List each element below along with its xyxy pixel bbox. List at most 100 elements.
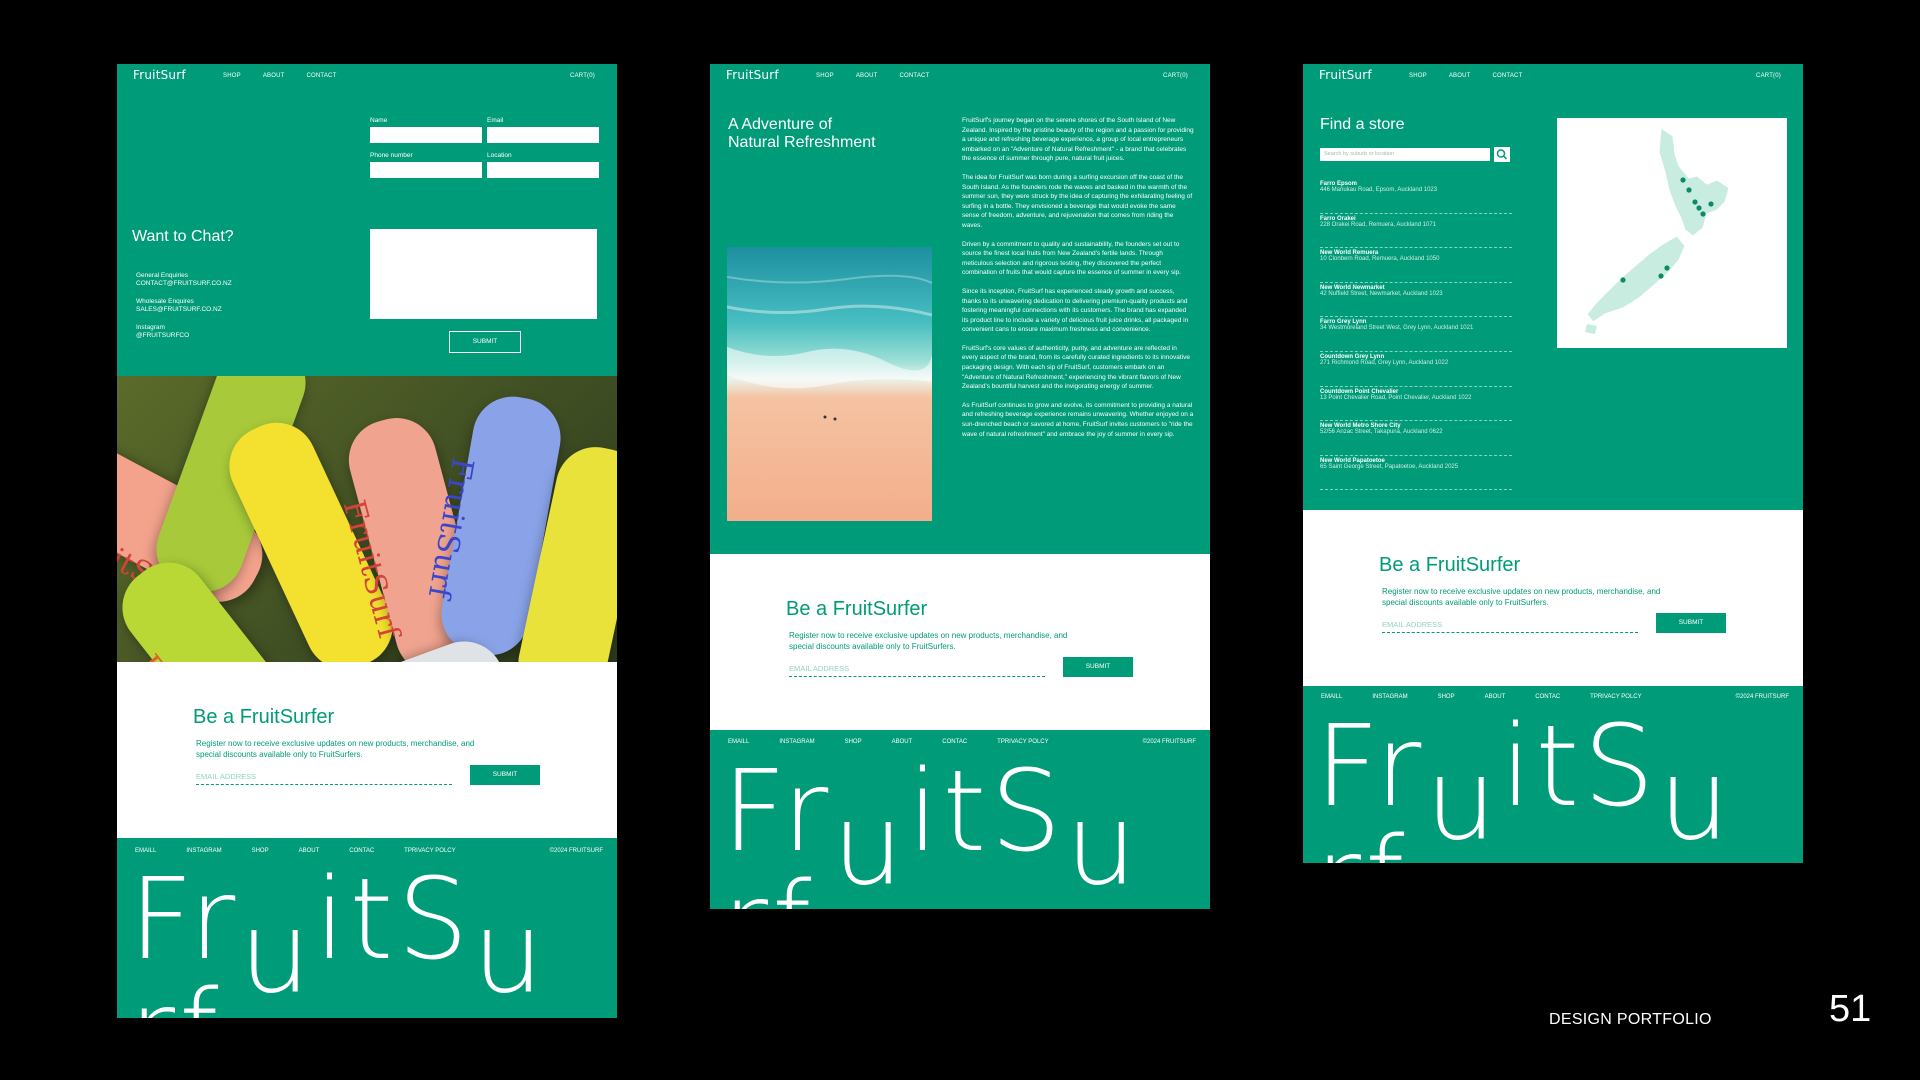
subscribe-heading: Be a FruitSurfer — [1379, 554, 1521, 576]
footer-link-instagram[interactable]: INSTAGRAM — [186, 848, 221, 854]
footer-wordmark: FruitSurf — [1315, 702, 1734, 863]
map-pin-icon[interactable] — [1708, 201, 1714, 207]
nav-cart[interactable]: CART(0) — [1756, 73, 1781, 79]
footer-link-contact[interactable]: CONTAC — [942, 739, 967, 745]
store-heading: Find a store — [1320, 116, 1405, 133]
top-nav: FruitSurf SHOP ABOUT CONTACT CART(0) — [1303, 64, 1803, 88]
footer-link-contact[interactable]: CONTAC — [349, 848, 374, 854]
about-paragraph: FruitSurf's journey began on the serene … — [962, 117, 1194, 163]
general-label: General Enquiries — [136, 272, 189, 279]
subscribe-text: Register now to receive exclusive update… — [789, 631, 1068, 651]
nav-logo[interactable]: FruitSurf — [1319, 68, 1372, 82]
email-address-input[interactable]: EMAIL ADDRESS — [1382, 620, 1638, 633]
nav-links: SHOP ABOUT CONTACT — [816, 73, 929, 79]
location-field[interactable] — [487, 162, 599, 178]
store-item[interactable]: Countdown Point Chevalier 13 Point Cheval… — [1320, 387, 1512, 422]
page-number: 51 — [1829, 988, 1872, 1030]
footer-copyright: ©2024 FRUITSURF — [1735, 694, 1789, 700]
nav-link-shop[interactable]: SHOP — [816, 73, 834, 79]
nav-link-contact[interactable]: CONTACT — [899, 73, 929, 79]
map-pin-icon[interactable] — [1680, 177, 1686, 183]
nav-link-about[interactable]: ABOUT — [856, 73, 878, 79]
store-item[interactable]: Farro Orakei 228 Orakei Road, Remuera, Au… — [1320, 214, 1512, 249]
footer-link-email[interactable]: EMAILL — [135, 848, 156, 854]
nav-link-shop[interactable]: SHOP — [223, 73, 241, 79]
footer-copyright: ©2024 FRUITSURF — [1142, 739, 1196, 745]
subscribe-text: Register now to receive exclusive update… — [1382, 587, 1661, 607]
instagram-handle[interactable]: @FRUITSURFCO — [136, 332, 232, 340]
store-item[interactable]: New World Papatoetoe 65 Saint George Stre… — [1320, 456, 1512, 491]
store-item[interactable]: Countdown Grey Lynn 271 Richmond Road, Gr… — [1320, 352, 1512, 387]
footer-link-about[interactable]: ABOUT — [892, 739, 913, 745]
map-pin-icon[interactable] — [1700, 211, 1706, 217]
footer-link-instagram[interactable]: INSTAGRAM — [779, 739, 814, 745]
nav-link-contact[interactable]: CONTACT — [306, 73, 336, 79]
map-pin-icon[interactable] — [1686, 187, 1692, 193]
email-address-input[interactable]: EMAIL ADDRESS — [196, 772, 452, 785]
footer-link-instagram[interactable]: INSTAGRAM — [1372, 694, 1407, 700]
name-label: Name — [370, 117, 388, 124]
nav-links: SHOP ABOUT CONTACT — [1409, 73, 1522, 79]
map-pin-icon[interactable] — [1692, 199, 1698, 205]
footer-link-shop[interactable]: SHOP — [1438, 694, 1455, 700]
map-pin-icon[interactable] — [1664, 265, 1670, 271]
about-page-mockup: FruitSurf SHOP ABOUT CONTACT CART(0) A A… — [710, 64, 1210, 909]
map-pin-icon[interactable] — [1658, 273, 1664, 279]
nav-cart[interactable]: CART(0) — [570, 73, 595, 79]
map-pin-icon[interactable] — [1696, 205, 1702, 211]
map-pin-icon[interactable] — [1620, 277, 1626, 283]
subscribe-text: Register now to receive exclusive update… — [196, 739, 475, 759]
nav-link-about[interactable]: ABOUT — [1449, 73, 1471, 79]
subscribe-section: Be a FruitSurfer Register now to receive… — [1303, 510, 1803, 686]
footer-wordmark: FruitSurf — [722, 747, 1141, 909]
footer-link-shop[interactable]: SHOP — [252, 848, 269, 854]
subscribe-submit-button[interactable]: SUBMIT — [1063, 657, 1133, 677]
footer-link-about[interactable]: ABOUT — [1485, 694, 1506, 700]
store-item[interactable]: Farro Epsom 446 Manukau Road, Epsom, Auck… — [1320, 179, 1512, 214]
subscribe-submit-button[interactable]: SUBMIT — [1656, 613, 1726, 633]
general-email[interactable]: CONTACT@FRUITSURF.CO.NZ — [136, 280, 232, 288]
footer-link-email[interactable]: EMAILL — [1321, 694, 1342, 700]
contact-info: General Enquiries CONTACT@FRUITSURF.CO.N… — [136, 272, 232, 340]
about-paragraph: Since its inception, FruitSurf has exper… — [962, 287, 1189, 334]
portfolio-caption: DESIGN PORTFOLIO — [1549, 1011, 1712, 1028]
footer-link-email[interactable]: EMAILL — [728, 739, 749, 745]
about-paragraph: FruitSurf's core values of authenticity,… — [962, 344, 1190, 391]
nav-link-about[interactable]: ABOUT — [263, 73, 285, 79]
email-address-input[interactable]: EMAIL ADDRESS — [789, 664, 1045, 677]
footer-link-privacy[interactable]: TPRIVACY POLCY — [404, 848, 455, 854]
store-search-input[interactable]: Search by suburb or location — [1320, 148, 1490, 161]
store-item[interactable]: Farro Grey Lynn 34 Westmoreland Street We… — [1320, 317, 1512, 352]
store-search-button[interactable] — [1494, 147, 1510, 162]
store-item[interactable]: New World Metro Shore City 52/56 Anzac St… — [1320, 421, 1512, 456]
email-label: Email — [487, 117, 504, 124]
beach-aerial-photo — [727, 247, 932, 521]
contact-heading: Want to Chat? — [132, 228, 234, 245]
name-field[interactable] — [370, 127, 482, 143]
email-field[interactable] — [487, 127, 599, 143]
instagram-label: Instagram — [136, 324, 165, 331]
phone-field[interactable] — [370, 162, 482, 178]
message-textarea[interactable] — [370, 229, 597, 319]
footer-link-privacy[interactable]: TPRIVACY POLCY — [1590, 694, 1641, 700]
nav-logo[interactable]: FruitSurf — [726, 68, 779, 82]
footer-link-contact[interactable]: CONTAC — [1535, 694, 1560, 700]
nav-cart[interactable]: CART(0) — [1163, 73, 1188, 79]
subscribe-submit-button[interactable]: SUBMIT — [470, 765, 540, 785]
about-paragraph: Driven by a commitment to quality and su… — [962, 240, 1181, 277]
nav-link-contact[interactable]: CONTACT — [1492, 73, 1522, 79]
subscribe-section: Be a FruitSurfer Register now to receive… — [710, 554, 1210, 730]
wholesale-email[interactable]: SALES@FRUITSURF.CO.NZ — [136, 306, 232, 314]
footer-link-shop[interactable]: SHOP — [845, 739, 862, 745]
footer-link-privacy[interactable]: TPRIVACY POLCY — [997, 739, 1048, 745]
store-finder-mockup: FruitSurf SHOP ABOUT CONTACT CART(0) Fin… — [1303, 64, 1803, 863]
subscribe-heading: Be a FruitSurfer — [786, 598, 928, 620]
nz-map[interactable] — [1557, 118, 1787, 348]
store-item[interactable]: New World Remuera 10 Clonbern Road, Remue… — [1320, 248, 1512, 283]
about-paragraph: The idea for FruitSurf was born during a… — [962, 173, 1193, 229]
nav-link-shop[interactable]: SHOP — [1409, 73, 1427, 79]
store-item[interactable]: New World Newmarket 42 Nuffield Street, N… — [1320, 283, 1512, 318]
nav-logo[interactable]: FruitSurf — [133, 68, 186, 82]
contact-submit-button[interactable]: SUBMIT — [449, 331, 521, 353]
footer-link-about[interactable]: ABOUT — [299, 848, 320, 854]
